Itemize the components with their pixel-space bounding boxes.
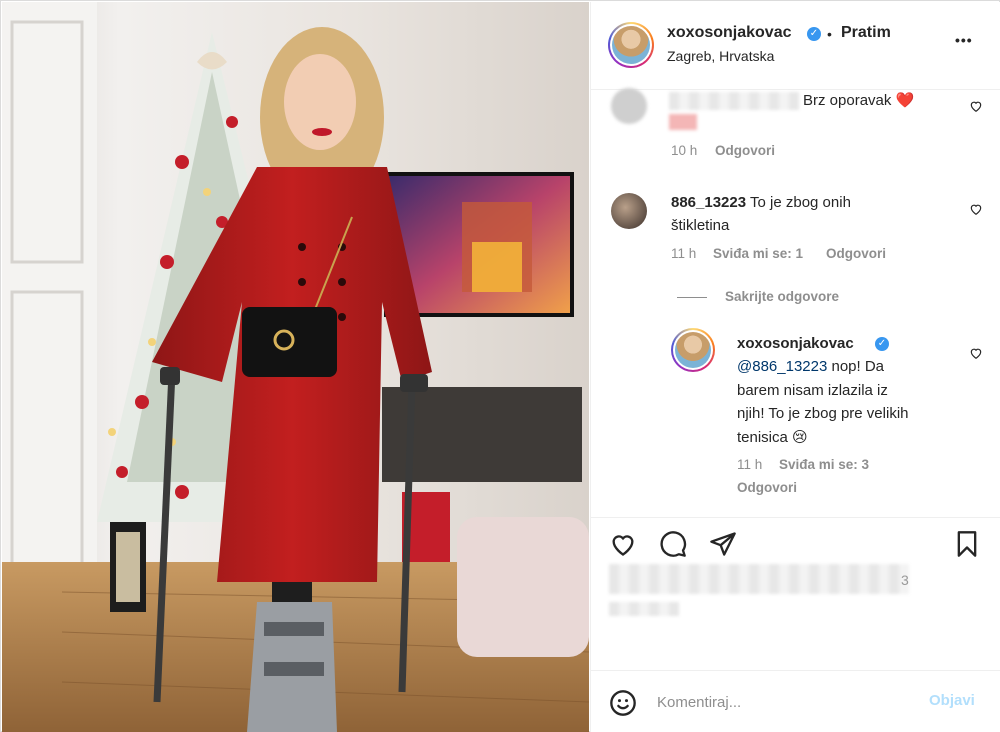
more-icon[interactable]: •••	[955, 32, 973, 48]
comment-emoji-blurred	[669, 114, 697, 130]
comment-likes[interactable]: Sviđa mi se: 1	[713, 246, 803, 261]
commenter-username-blurred[interactable]	[669, 92, 799, 110]
post-photo[interactable]	[2, 2, 589, 732]
post-image	[2, 2, 589, 732]
following-button[interactable]: Pratim	[841, 24, 891, 42]
heart-icon[interactable]	[969, 202, 983, 216]
post-comment-button[interactable]: Objavi	[929, 692, 975, 709]
hide-replies-button[interactable]: Sakrijte odgovore	[725, 289, 839, 304]
likes-summary-blurred[interactable]: 3	[609, 564, 909, 622]
comment-icon[interactable]	[659, 530, 687, 558]
verified-icon: ✓	[807, 27, 821, 41]
comment-composer: Objavi	[591, 670, 1000, 732]
reply-text-cont: tenisica 😢	[737, 429, 808, 446]
reply-text-cont: njih! To je zbog pre velikih	[737, 405, 909, 422]
author-username[interactable]: xoxosonjakovac	[667, 24, 792, 42]
author-avatar[interactable]	[608, 22, 654, 68]
post-location[interactable]: Zagreb, Hrvatska	[667, 48, 774, 64]
reply-button[interactable]: Odgovori	[826, 246, 886, 261]
comment-text: Brz oporavak ❤️	[803, 92, 915, 109]
post-sidebar: xoxosonjakovac ✓ • Pratim Zagreb, Hrvats…	[590, 2, 1000, 732]
reply-time: 11 h	[737, 457, 763, 472]
reply-author-username[interactable]: xoxosonjakovac	[737, 332, 854, 355]
commenter-avatar[interactable]	[611, 88, 647, 124]
emoji-icon[interactable]	[609, 689, 637, 717]
reply-text-cont: barem nisam izlazila iz	[737, 382, 888, 399]
heart-icon[interactable]	[969, 346, 983, 360]
commenter-avatar[interactable]	[611, 193, 647, 229]
reply-button[interactable]: Odgovori	[715, 143, 775, 158]
heart-icon[interactable]	[969, 99, 983, 113]
commenter-username[interactable]: 886_13223	[671, 194, 746, 211]
reply-author-avatar[interactable]	[671, 328, 715, 372]
comment-time: 10 h	[671, 143, 698, 158]
comment-text-cont: štikletina	[671, 217, 730, 234]
hide-replies-line	[677, 297, 707, 298]
heart-icon[interactable]	[609, 530, 637, 558]
reply-likes[interactable]: Sviđa mi se: 3	[779, 457, 869, 472]
reply-mention[interactable]: @886_13223	[737, 358, 827, 375]
comment-input[interactable]	[657, 689, 917, 715]
post-header: xoxosonjakovac ✓ • Pratim Zagreb, Hrvats…	[591, 2, 1000, 90]
verified-icon: ✓	[875, 337, 889, 351]
post-modal: xoxosonjakovac ✓ • Pratim Zagreb, Hrvats…	[0, 0, 1000, 732]
share-icon[interactable]	[709, 530, 737, 558]
likes-count-digit: 3	[901, 572, 909, 588]
reply-text: @886_13223 nop! Da	[737, 358, 885, 375]
bookmark-icon[interactable]	[953, 530, 981, 558]
comment-time: 11 h	[671, 246, 697, 261]
reply-button[interactable]: Odgovori	[737, 480, 797, 495]
separator-dot: •	[827, 26, 832, 42]
comment-text: 886_13223 To je zbog onih	[671, 194, 851, 211]
